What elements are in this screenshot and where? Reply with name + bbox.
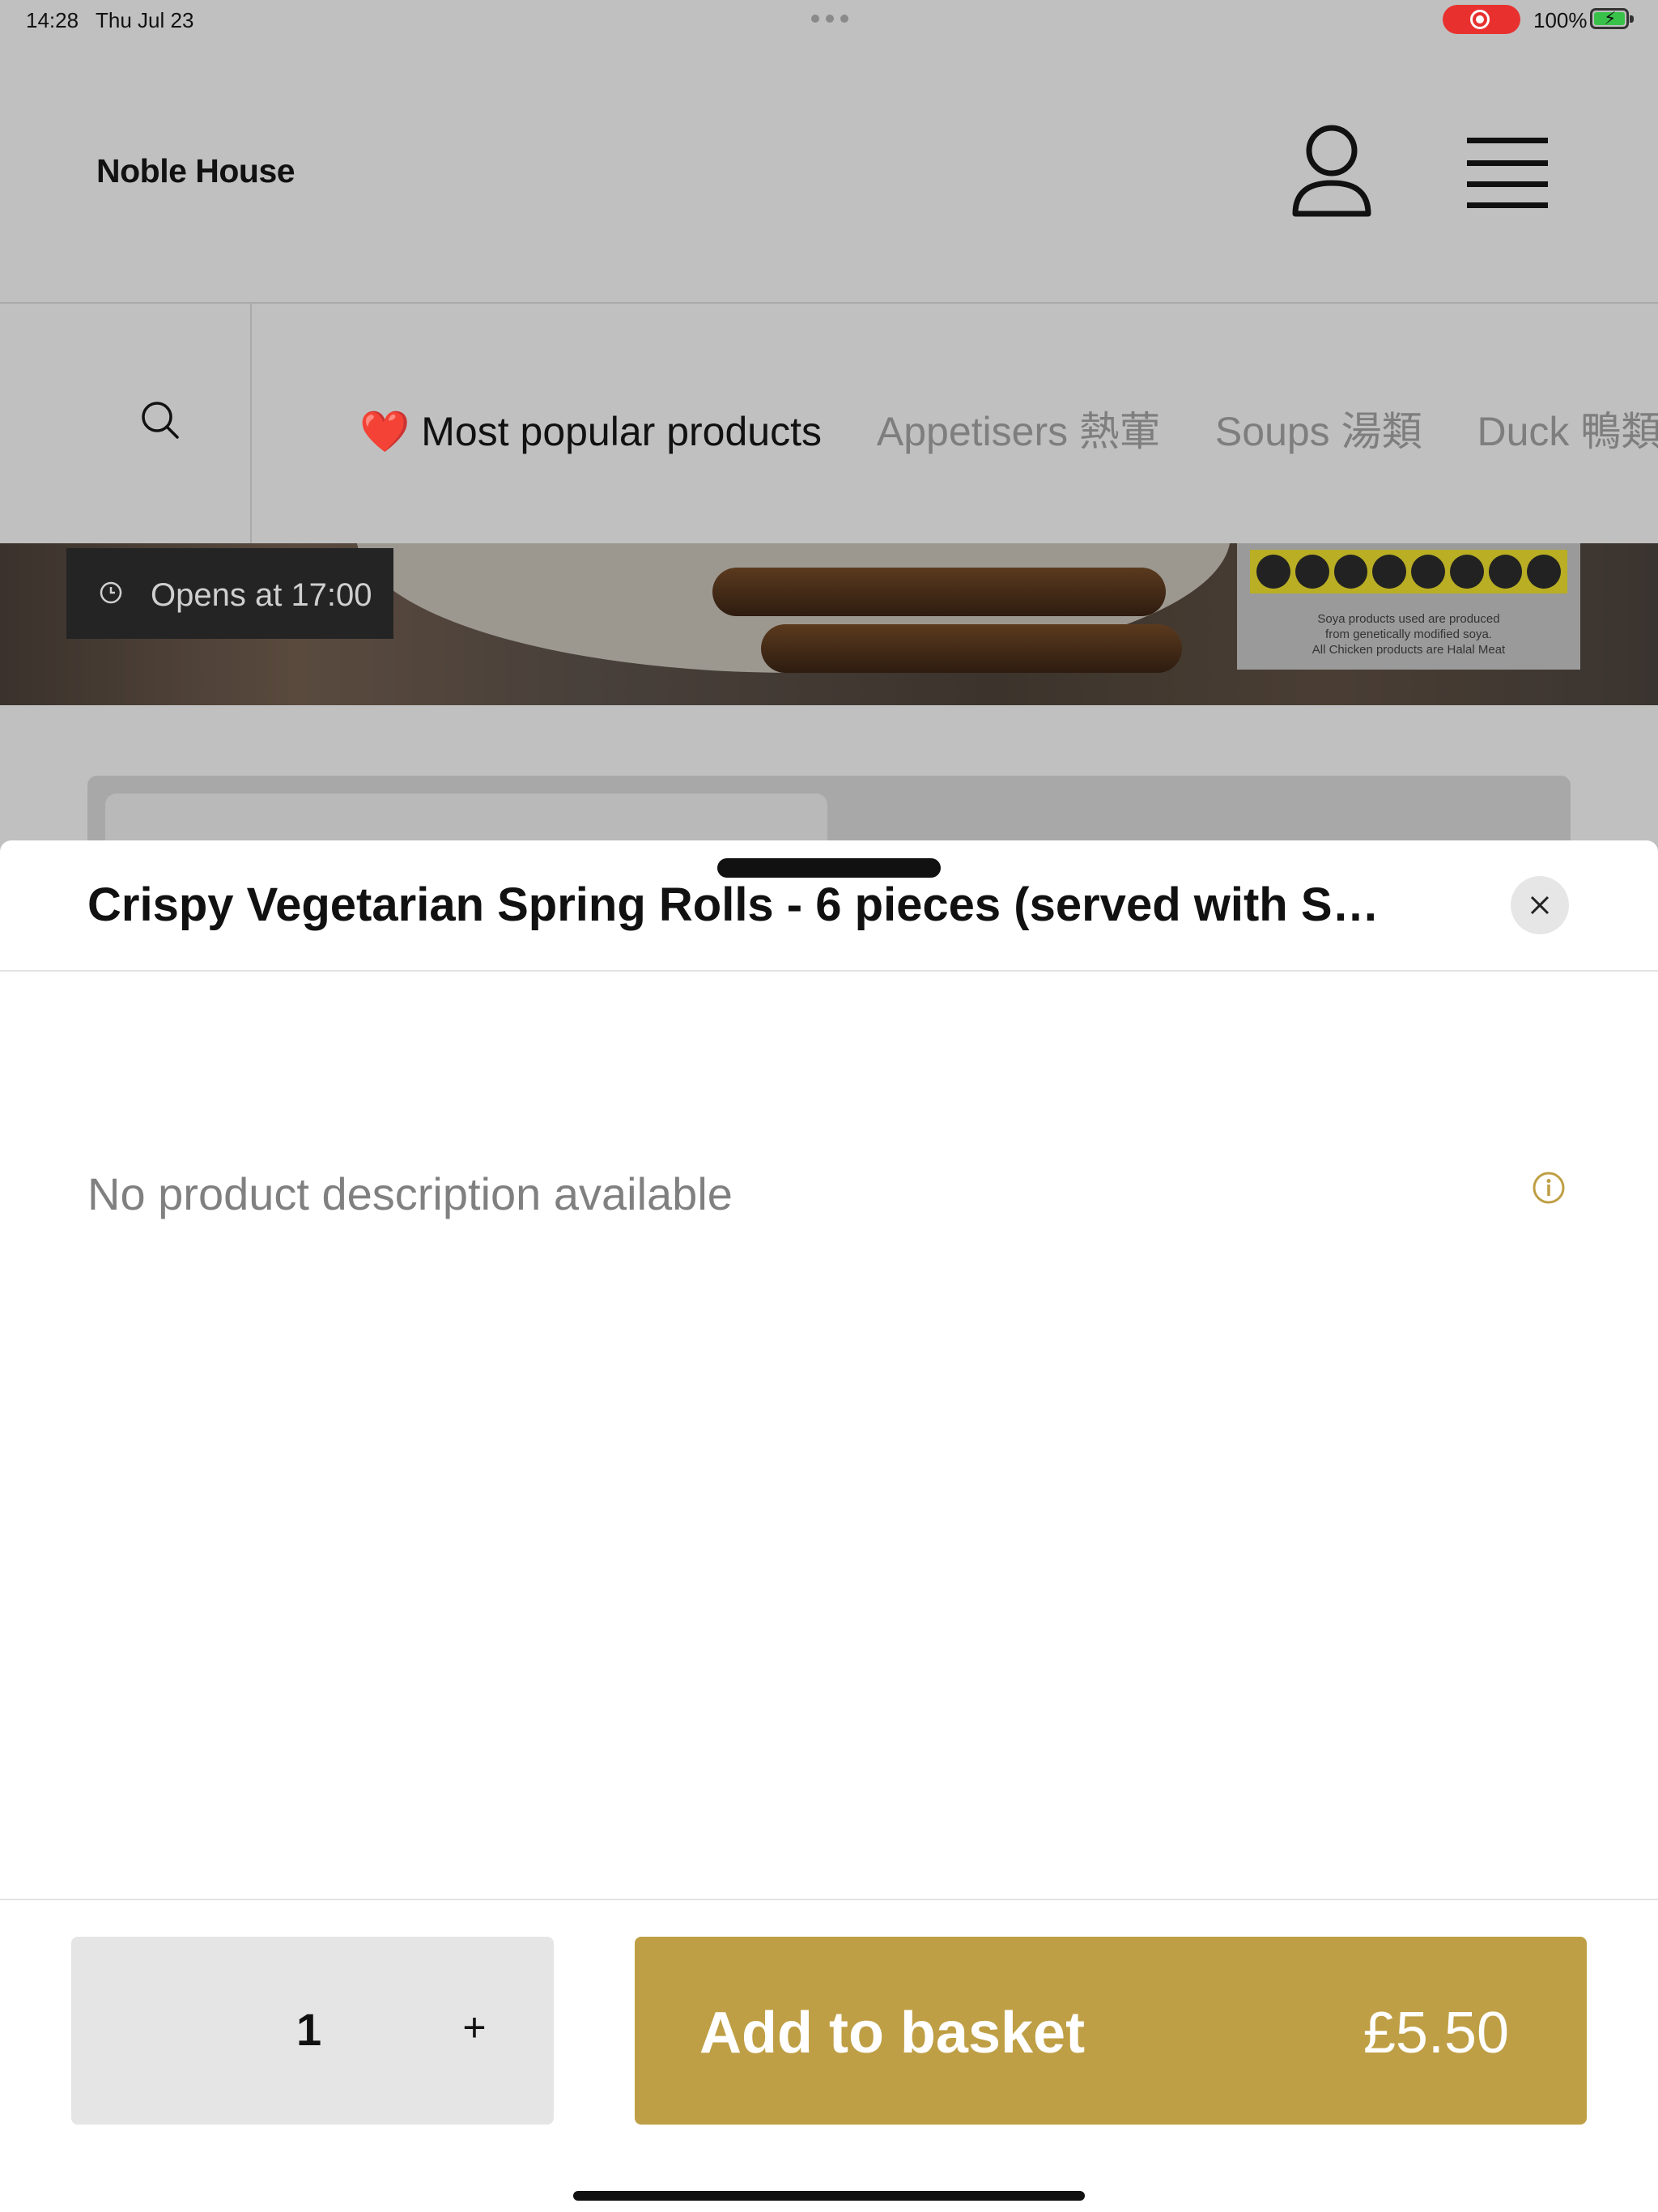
heart-icon: ❤️ — [359, 409, 410, 454]
battery-icon: ⚡ — [1590, 8, 1634, 29]
product-title: Crispy Vegetarian Spring Rolls - 6 piece… — [87, 878, 1415, 931]
restaurant-banner-image: Soya products used are produced from gen… — [0, 543, 1658, 705]
allergen-info-card: Soya products used are produced from gen… — [1237, 543, 1580, 670]
allergen-info-text: Soya products used are produced from gen… — [1312, 612, 1506, 657]
status-bar: 14:28 Thu Jul 23 100% ⚡ — [0, 0, 1658, 39]
product-price: £5.50 — [1363, 2001, 1509, 2065]
close-button[interactable] — [1511, 876, 1569, 934]
menu-button[interactable] — [1465, 136, 1550, 209]
quantity-stepper: 1 + — [71, 1937, 554, 2125]
tab-label: Most popular products — [421, 409, 822, 454]
allergen-icons — [1250, 550, 1567, 593]
opening-time-badge: Opens at 17:00 — [66, 548, 393, 639]
opening-time-text: Opens at 17:00 — [151, 577, 372, 613]
search-button[interactable] — [0, 304, 252, 543]
add-to-basket-button[interactable]: Add to basket £5.50 — [635, 1937, 1587, 2125]
info-icon[interactable] — [1532, 1171, 1566, 1205]
status-date: Thu Jul 23 — [96, 8, 194, 32]
home-indicator[interactable] — [573, 2191, 1085, 2201]
clock-icon — [100, 581, 122, 604]
search-icon — [142, 402, 179, 439]
site-header: Noble House — [0, 39, 1658, 304]
divider — [0, 1899, 1658, 1900]
product-detail-sheet: Crispy Vegetarian Spring Rolls - 6 piece… — [0, 840, 1658, 2212]
tab-most-popular[interactable]: ❤️ Most popular products — [359, 408, 822, 456]
restaurant-name[interactable]: Noble House — [96, 152, 295, 190]
sheet-drag-handle[interactable] — [717, 858, 941, 878]
charging-bolt-icon: ⚡ — [1604, 8, 1617, 28]
hamburger-menu-icon — [1467, 138, 1548, 208]
divider — [0, 970, 1658, 972]
user-icon — [1292, 125, 1371, 217]
app-screen: 14:28 Thu Jul 23 100% ⚡ Noble House ❤️ M… — [0, 0, 1658, 2212]
multitasking-dots-icon[interactable] — [811, 15, 848, 23]
close-icon — [1530, 895, 1550, 915]
tab-soups[interactable]: Soups 湯類 — [1215, 399, 1422, 457]
status-time: 14:28 — [26, 8, 79, 32]
add-to-basket-label: Add to basket — [699, 2001, 1086, 2065]
increase-quantity-button[interactable]: + — [442, 1995, 507, 2060]
category-bar: ❤️ Most popular products Appetisers 熱葷 So… — [0, 304, 1658, 543]
screen-recording-icon[interactable] — [1443, 5, 1520, 34]
category-tabs: ❤️ Most popular products Appetisers 熱葷 So… — [359, 399, 1658, 457]
quantity-value: 1 — [296, 2004, 322, 2055]
tab-duck[interactable]: Duck 鴨類 — [1477, 399, 1658, 457]
battery-percent: 100% — [1533, 8, 1588, 32]
product-description: No product description available — [87, 1168, 733, 1219]
tab-appetisers[interactable]: Appetisers 熱葷 — [877, 399, 1160, 457]
account-button[interactable] — [1287, 123, 1376, 220]
